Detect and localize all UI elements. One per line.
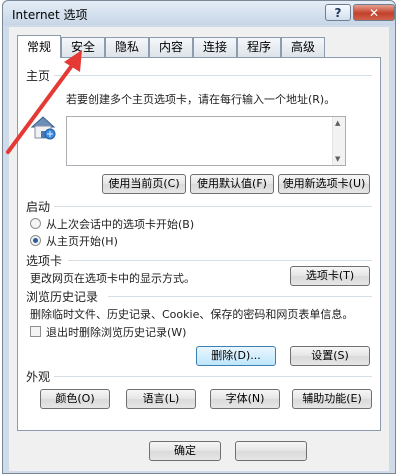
tab-connections[interactable]: 连接 xyxy=(193,37,237,57)
colors-button[interactable]: 颜色(O) xyxy=(40,389,110,409)
tab-general[interactable]: 常规 xyxy=(17,35,61,58)
homepage-scrollbar[interactable]: ▲ ▼ xyxy=(332,117,345,165)
ok-button[interactable]: 确定 xyxy=(149,441,221,461)
history-description: 删除临时文件、历史记录、Cookie、保存的密码和网页表单信息。 xyxy=(30,308,354,321)
history-section-title: 浏览历史记录 xyxy=(26,290,99,304)
history-divider xyxy=(108,296,372,297)
title-bar[interactable]: Internet 选项 ? ✕ xyxy=(3,1,395,25)
homepage-address-input[interactable]: ▲ ▼ xyxy=(66,116,346,166)
scroll-down-icon[interactable]: ▼ xyxy=(335,155,340,163)
homepage-section-title: 主页 xyxy=(26,69,51,83)
delete-history-button[interactable]: 删除(D)... xyxy=(196,346,276,366)
tab-content[interactable]: 内容 xyxy=(149,37,193,57)
homepage-divider xyxy=(54,75,372,76)
general-tab-panel: 主页 若要创建多个主页选项卡，请在每行输入一个地址(R)。 ▲ ▼ 使用当前页(… xyxy=(17,57,381,431)
startup-section-title: 启动 xyxy=(26,200,51,214)
use-new-tab-button[interactable]: 使用新选项卡(U) xyxy=(278,174,370,194)
home-page-icon xyxy=(30,116,56,140)
accessibility-button[interactable]: 辅助功能(E) xyxy=(292,389,372,409)
tabs-section-title: 选项卡 xyxy=(26,254,63,268)
internet-options-window: Internet 选项 ? ✕ 常规 安全 隐私 内容 连接 程序 高级 主页 xyxy=(2,0,396,474)
tab-programs[interactable]: 程序 xyxy=(237,37,281,57)
tab-privacy[interactable]: 隐私 xyxy=(105,37,149,57)
tabs-divider xyxy=(68,260,372,261)
fonts-button[interactable]: 字体(N) xyxy=(210,389,280,409)
radio-homepage[interactable] xyxy=(30,235,41,246)
use-default-button[interactable]: 使用默认值(F) xyxy=(190,174,274,194)
help-button[interactable]: ? xyxy=(325,4,351,21)
languages-button[interactable]: 语言(L) xyxy=(126,389,196,409)
tabs-settings-button[interactable]: 选项卡(T) xyxy=(290,266,370,286)
tab-security[interactable]: 安全 xyxy=(61,37,105,57)
use-current-button[interactable]: 使用当前页(C) xyxy=(102,174,186,194)
radio-last-session-label: 从上次会话中的选项卡开始(B) xyxy=(46,218,195,231)
appearance-divider xyxy=(54,376,372,377)
history-settings-button[interactable]: 设置(S) xyxy=(290,346,370,366)
radio-homepage-label: 从主页开始(H) xyxy=(46,235,118,248)
delete-on-exit-label: 退出时删除浏览历史记录(W) xyxy=(46,326,187,339)
close-button[interactable]: ✕ xyxy=(353,4,395,21)
dialog-body: 常规 安全 隐私 内容 连接 程序 高级 主页 若要创建多个主页选项卡，请在每行… xyxy=(9,27,389,471)
appearance-section-title: 外观 xyxy=(26,370,51,384)
scroll-up-icon[interactable]: ▲ xyxy=(335,119,340,127)
startup-divider xyxy=(54,206,372,207)
tab-advanced[interactable]: 高级 xyxy=(281,37,325,57)
window-title: Internet 选项 xyxy=(12,8,88,22)
cancel-button[interactable] xyxy=(235,441,307,461)
delete-on-exit-checkbox[interactable] xyxy=(30,326,41,337)
radio-last-session[interactable] xyxy=(30,218,41,229)
homepage-instruction: 若要创建多个主页选项卡，请在每行输入一个地址(R)。 xyxy=(66,93,336,106)
tabs-description: 更改网页在选项卡中的显示方式。 xyxy=(30,272,195,285)
